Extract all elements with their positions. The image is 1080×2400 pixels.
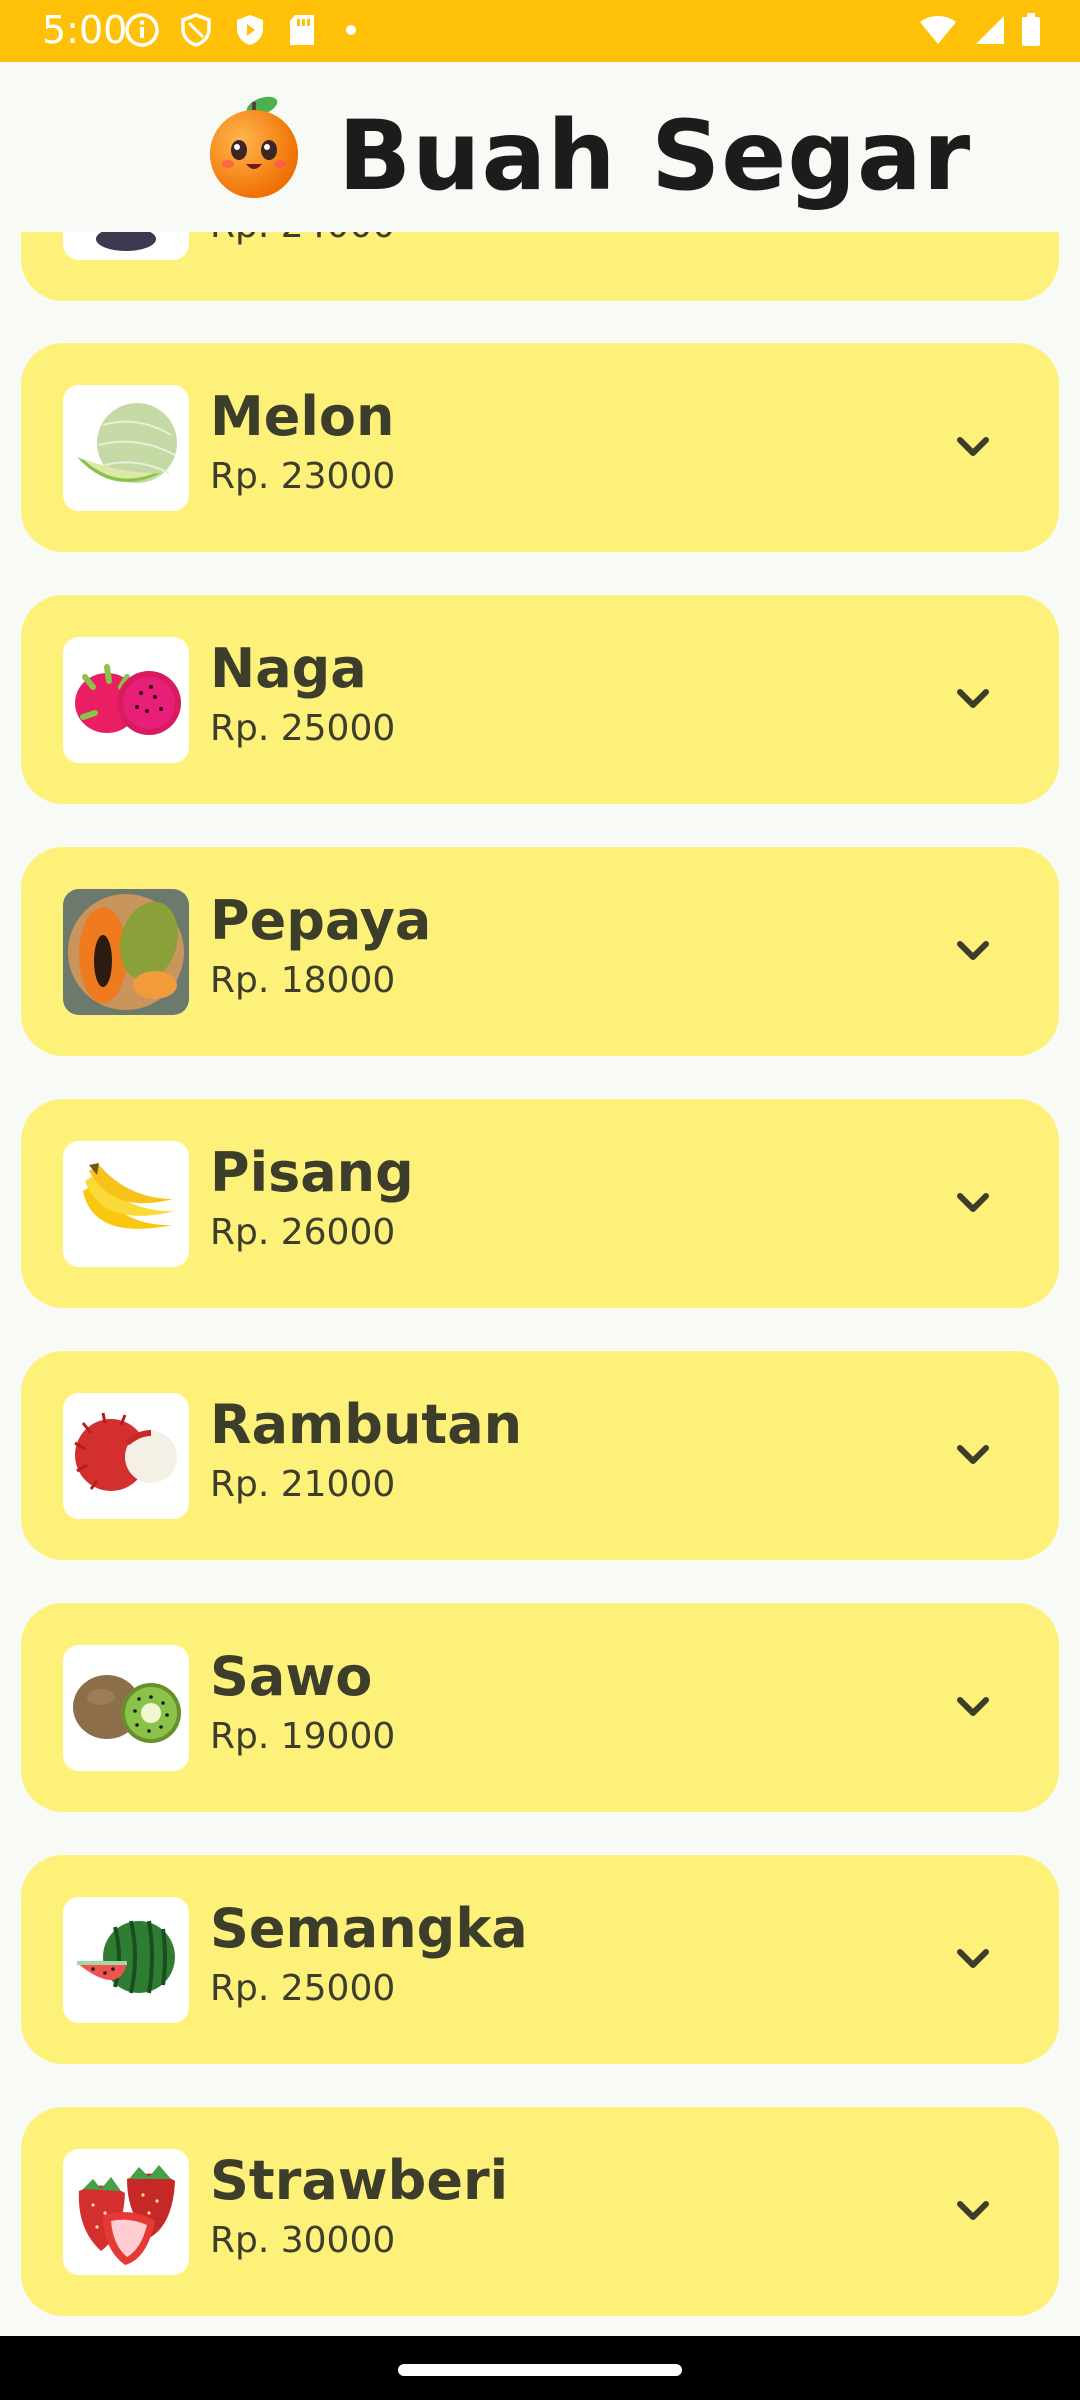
list-item-rambutan[interactable]: Rambutan Rp. 21000: [21, 1351, 1059, 1560]
chevron-down-icon[interactable]: [943, 669, 1003, 729]
list-item-sawo[interactable]: Sawo Rp. 19000: [21, 1603, 1059, 1812]
fruit-price: Rp. 19000: [210, 1716, 396, 1757]
fruit-price: Rp. 23000: [210, 456, 396, 497]
fruit-price: Rp. 25000: [210, 1968, 396, 2009]
melon-image: [63, 385, 189, 511]
app-bar: Buah Segar: [0, 62, 1080, 232]
list-item-melon[interactable]: Melon Rp. 23000: [21, 343, 1059, 552]
chevron-down-icon[interactable]: [943, 1173, 1003, 1233]
watermelon-image: [63, 1897, 189, 2023]
list-item-naga[interactable]: Naga Rp. 25000: [21, 595, 1059, 804]
chevron-down-icon[interactable]: [943, 1929, 1003, 1989]
signal-icon: [976, 16, 1004, 44]
fruit-price: Rp. 24000: [210, 232, 395, 246]
fruit-price: Rp. 30000: [210, 2220, 396, 2261]
shield-icon: [181, 13, 211, 47]
list-item-partial[interactable]: Rp. 24000: [21, 232, 1059, 301]
wifi-icon: [920, 16, 956, 44]
fruit-price: Rp. 21000: [210, 1464, 396, 1505]
rambutan-image: [63, 1393, 189, 1519]
list-item-pisang[interactable]: Pisang Rp. 26000: [21, 1099, 1059, 1308]
banana-image: [63, 1141, 189, 1267]
papaya-image: [63, 889, 189, 1015]
fruit-name: Melon: [210, 385, 395, 448]
fruit-name: Pepaya: [210, 889, 432, 952]
fruit-name: Rambutan: [210, 1393, 523, 1456]
home-gesture-handle[interactable]: [398, 2364, 682, 2376]
chevron-down-icon[interactable]: [943, 921, 1003, 981]
list-item-semangka[interactable]: Semangka Rp. 25000: [21, 1855, 1059, 2064]
fruit-name: Semangka: [210, 1897, 528, 1960]
fruit-thumbnail: [63, 232, 189, 260]
list-item-strawberi[interactable]: Strawberi Rp. 30000: [21, 2107, 1059, 2316]
chevron-down-icon[interactable]: [943, 417, 1003, 477]
orange-mascot-icon: [210, 96, 298, 198]
kiwi-sapodilla-image: [63, 1645, 189, 1771]
battery-icon: [1022, 13, 1040, 46]
chevron-down-icon[interactable]: [943, 1677, 1003, 1737]
strawberry-image: [63, 2149, 189, 2275]
status-bar: 5:00: [0, 0, 1080, 62]
fruit-list[interactable]: Rp. 24000 Melon Rp. 23000 Naga: [0, 232, 1080, 2336]
app-title: Buah Segar: [338, 100, 972, 212]
dot-icon: [346, 25, 356, 35]
info-icon: [125, 13, 159, 47]
fruit-name: Strawberi: [210, 2149, 509, 2212]
play-protect-icon: [237, 15, 263, 45]
fruit-price: Rp. 25000: [210, 708, 396, 749]
fruit-price: Rp. 18000: [210, 960, 396, 1001]
fruit-name: Naga: [210, 637, 367, 700]
chevron-down-icon[interactable]: [943, 1425, 1003, 1485]
sd-card-icon: [290, 15, 314, 45]
status-time: 5:00: [42, 8, 128, 52]
fruit-price: Rp. 26000: [210, 1212, 396, 1253]
dragon-fruit-image: [63, 637, 189, 763]
list-item-pepaya[interactable]: Pepaya Rp. 18000: [21, 847, 1059, 1056]
fruit-name: Sawo: [210, 1645, 373, 1708]
chevron-down-icon[interactable]: [943, 2181, 1003, 2241]
navigation-bar: [0, 2336, 1080, 2400]
fruit-name: Pisang: [210, 1141, 414, 1204]
